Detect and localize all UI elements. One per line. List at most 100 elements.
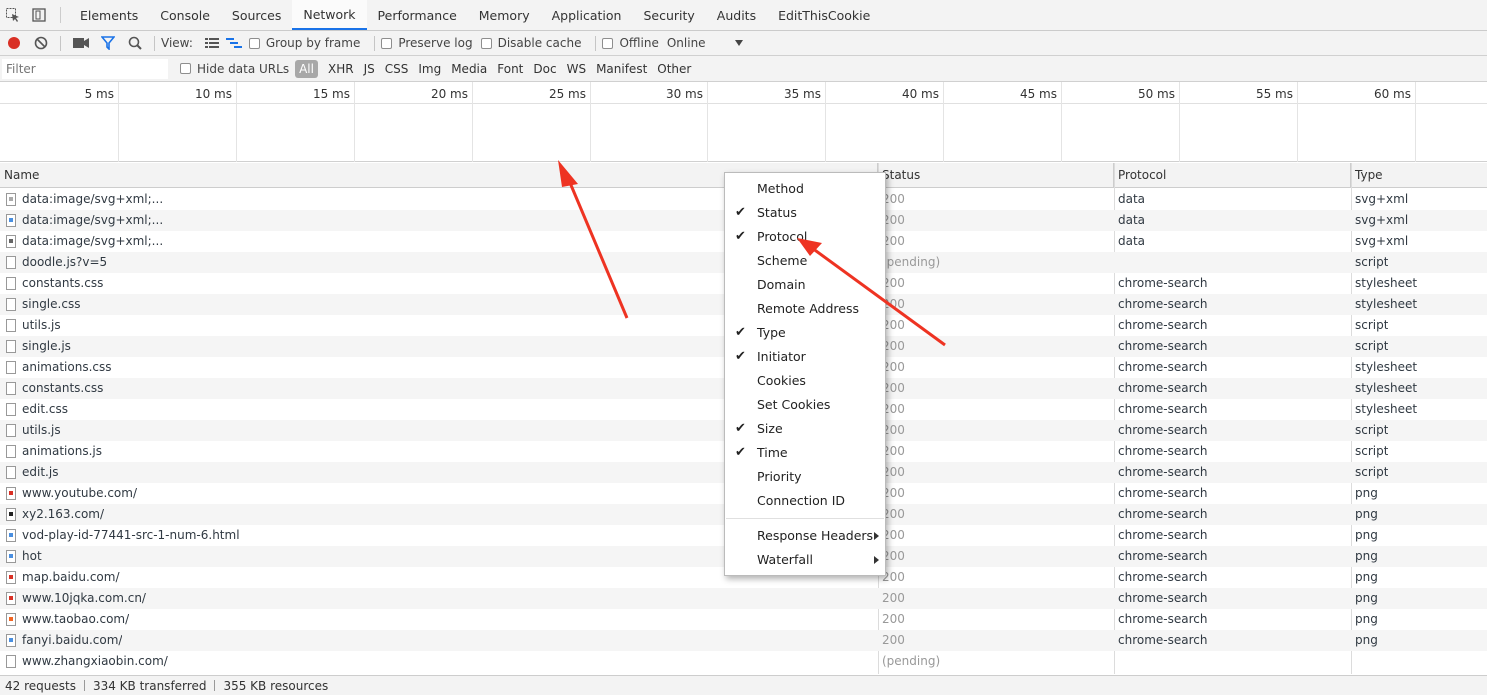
filter-type-font[interactable]: Font — [492, 62, 528, 76]
hide-data-urls-checkbox[interactable]: Hide data URLs — [180, 62, 289, 76]
table-row[interactable]: www.10jqka.com.cn/200 chrome-search png — [0, 588, 1487, 609]
table-row[interactable]: fanyi.baidu.com/200 chrome-search png — [0, 630, 1487, 651]
filter-type-css[interactable]: CSS — [380, 62, 414, 76]
timeline-overview[interactable]: 5 ms 10 ms 15 ms 20 ms 25 ms 30 ms 35 ms 40 ms 4… — [0, 82, 1487, 162]
filter-type-media[interactable]: Media — [446, 62, 492, 76]
request-name: constants.css — [22, 276, 104, 290]
tab-console[interactable]: Console — [149, 0, 221, 30]
throttling-select[interactable]: Online — [667, 36, 744, 50]
device-toolbar-icon[interactable] — [26, 0, 52, 30]
capture-screenshots-icon[interactable] — [67, 31, 94, 56]
submenu-response-headers[interactable]: Response Headers — [725, 524, 885, 548]
request-name: data:image/svg+xml;... — [22, 234, 164, 248]
menu-item-priority[interactable]: Priority — [725, 465, 885, 489]
request-protocol: chrome-search — [1118, 633, 1208, 647]
submenu-waterfall[interactable]: Waterfall — [725, 548, 885, 572]
filter-type-js[interactable]: JS — [359, 62, 380, 76]
menu-item-set-cookies[interactable]: Set Cookies — [725, 393, 885, 417]
column-header-status[interactable]: Status — [878, 163, 1114, 188]
document-icon — [6, 655, 16, 668]
tab-editthiscookie[interactable]: EditThisCookie — [767, 0, 881, 30]
offline-label: Offline — [619, 36, 659, 50]
tab-performance[interactable]: Performance — [367, 0, 468, 30]
menu-item-scheme[interactable]: Scheme — [725, 249, 885, 273]
tab-sources[interactable]: Sources — [221, 0, 292, 30]
table-row[interactable]: www.zhangxiaobin.com/ (pending) — [0, 651, 1487, 672]
request-name: doodle.js?v=5 — [22, 255, 108, 269]
checkbox-box[interactable] — [248, 37, 260, 49]
menu-item-label: Status — [757, 205, 797, 220]
timeline-gridline — [590, 82, 591, 162]
offline-checkbox[interactable]: Offline — [602, 36, 659, 50]
group-by-frame-label: Group by frame — [265, 36, 361, 50]
request-status: 200 — [882, 591, 905, 605]
tab-elements[interactable]: Elements — [69, 0, 149, 30]
record-button[interactable] — [0, 31, 27, 56]
tab-application[interactable]: Application — [541, 0, 633, 30]
request-name: map.baidu.com/ — [22, 570, 120, 584]
request-type: png — [1355, 591, 1378, 605]
file-icon-mark — [9, 239, 13, 243]
checkmark-icon: ✔ — [735, 445, 746, 460]
preserve-log-checkbox[interactable]: Preserve log — [381, 36, 473, 50]
column-header-protocol[interactable]: Protocol — [1114, 163, 1351, 188]
menu-item-remote-address[interactable]: Remote Address — [725, 297, 885, 321]
filter-type-img[interactable]: Img — [413, 62, 446, 76]
menu-item-protocol[interactable]: ✔ Protocol — [725, 225, 885, 249]
image-file-icon — [6, 571, 16, 584]
request-name: constants.css — [22, 381, 104, 395]
document-icon — [6, 256, 16, 269]
disable-cache-checkbox[interactable]: Disable cache — [480, 36, 581, 50]
request-protocol: data — [1118, 192, 1146, 206]
menu-item-domain[interactable]: Domain — [725, 273, 885, 297]
tab-security[interactable]: Security — [632, 0, 705, 30]
timeline-tick-label: 20 ms — [430, 87, 468, 101]
inspect-element-icon[interactable] — [0, 0, 26, 30]
tab-network[interactable]: Network — [292, 0, 367, 30]
filter-input[interactable] — [2, 58, 168, 79]
request-protocol: chrome-search — [1118, 612, 1208, 626]
request-name: utils.js — [22, 318, 61, 332]
document-icon — [6, 445, 16, 458]
filter-type-xhr[interactable]: XHR — [323, 62, 359, 76]
menu-item-initiator[interactable]: ✔ Initiator — [725, 345, 885, 369]
file-icon-mark — [9, 554, 13, 558]
checkbox-box[interactable] — [602, 37, 614, 49]
request-protocol: chrome-search — [1118, 465, 1208, 479]
clear-button[interactable] — [27, 31, 54, 56]
checkbox-box[interactable] — [180, 63, 191, 74]
filter-type-all[interactable]: All — [295, 59, 318, 78]
menu-item-label: Method — [757, 181, 804, 196]
filter-type-other[interactable]: Other — [652, 62, 696, 76]
menu-item-time[interactable]: ✔ Time — [725, 441, 885, 465]
menu-item-method[interactable]: Method — [725, 177, 885, 201]
group-by-frame-checkbox[interactable]: Group by frame — [248, 36, 361, 50]
menu-item-cookies[interactable]: Cookies — [725, 369, 885, 393]
filter-type-doc[interactable]: Doc — [528, 62, 561, 76]
request-name: single.js — [22, 339, 71, 353]
table-row[interactable]: www.taobao.com/200 chrome-search png — [0, 609, 1487, 630]
filter-type-ws[interactable]: WS — [562, 62, 591, 76]
file-icon-mark — [9, 575, 13, 579]
menu-item-connection-id[interactable]: Connection ID — [725, 489, 885, 513]
request-protocol: chrome-search — [1118, 402, 1208, 416]
tab-audits[interactable]: Audits — [706, 0, 767, 30]
checkbox-box[interactable] — [381, 37, 393, 49]
menu-item-label: Protocol — [757, 229, 808, 244]
large-rows-icon[interactable] — [201, 31, 223, 56]
filter-icon[interactable] — [94, 31, 121, 56]
devtools-tab-bar: Elements Console Sources Network Performance… — [0, 0, 1487, 31]
menu-item-size[interactable]: ✔ Size — [725, 417, 885, 441]
checkbox-box[interactable] — [480, 37, 492, 49]
request-count: 42 requests — [5, 678, 76, 693]
filter-type-manifest[interactable]: Manifest — [591, 62, 652, 76]
menu-item-status[interactable]: ✔ Status — [725, 201, 885, 225]
column-header-type[interactable]: Type — [1351, 163, 1487, 188]
menu-item-type[interactable]: ✔ Type — [725, 321, 885, 345]
waterfall-view-icon[interactable] — [223, 31, 245, 56]
search-icon[interactable] — [121, 31, 148, 56]
request-type: stylesheet — [1355, 402, 1418, 416]
request-type: png — [1355, 528, 1378, 542]
timeline-gridline — [354, 82, 355, 162]
tab-memory[interactable]: Memory — [468, 0, 541, 30]
